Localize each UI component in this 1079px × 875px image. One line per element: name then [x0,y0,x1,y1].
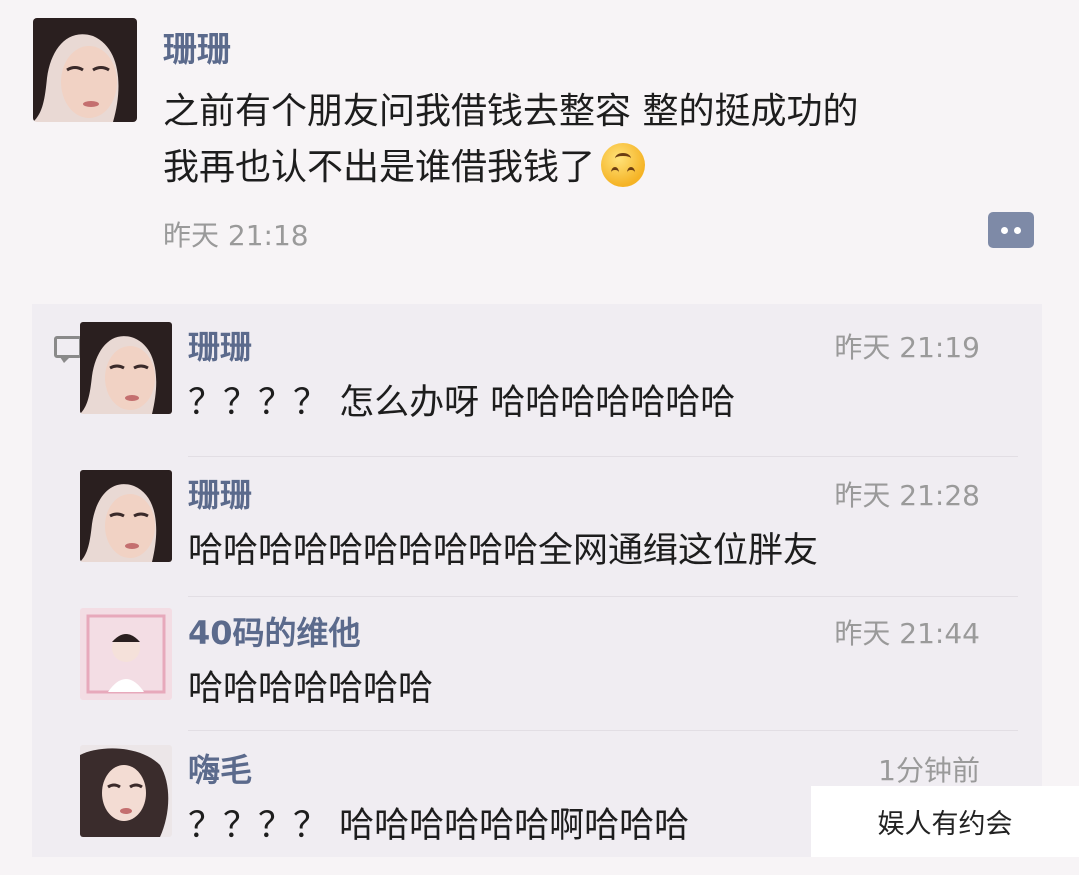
commenter-name[interactable]: 40码的维他 [188,608,361,654]
comment-text: ？？？？ 哈哈哈哈哈哈啊哈哈哈 [188,806,690,846]
commenter-name[interactable]: 珊珊 [188,322,252,368]
post-author-avatar[interactable] [33,18,137,122]
comment-timestamp: 昨天 21:19 [834,331,980,364]
comment-item[interactable]: 40码的维他 昨天 21:44 哈哈哈哈哈哈哈 [80,608,980,738]
watermark: 娱人有约会 [811,786,1079,857]
comment-icon [54,336,82,363]
commenter-avatar[interactable] [80,322,172,414]
commenter-name[interactable]: 嗨毛 [188,745,252,791]
commenter-name[interactable]: 珊珊 [188,470,252,516]
comment-timestamp: 1分钟前 [878,754,980,787]
post-text-line-1: 之前有个朋友问我借钱去整容 整的挺成功的 [163,91,859,132]
commenter-avatar[interactable] [80,745,172,837]
upside-down-face-icon [601,143,646,187]
post-text-line-2: 我再也认不出是谁借我钱了 [163,140,1043,196]
comment-item[interactable]: 珊珊 昨天 21:28 哈哈哈哈哈哈哈哈哈哈全网通缉这位胖友 [80,470,980,600]
comment-timestamp: 昨天 21:44 [834,617,980,650]
comment-text: ？？？？ 怎么办呀 哈哈哈哈哈哈哈 [188,383,736,423]
post-author-name[interactable]: 珊珊 [163,22,231,71]
post-timestamp: 昨天 21:18 [163,219,309,252]
commenter-avatar[interactable] [80,608,172,700]
comment-divider [188,456,1018,457]
comment-divider [188,596,1018,597]
comment-text: 哈哈哈哈哈哈哈哈哈哈全网通缉这位胖友 [188,531,819,571]
comment-divider [188,730,1018,731]
more-options-button[interactable] [988,212,1034,248]
commenter-avatar[interactable] [80,470,172,562]
comment-item[interactable]: 珊珊 昨天 21:19 ？？？？ 怎么办呀 哈哈哈哈哈哈哈 [80,322,980,452]
post-text-line-2-content: 我再也认不出是谁借我钱了 [163,147,596,188]
comment-text: 哈哈哈哈哈哈哈 [188,669,434,709]
post-text: 之前有个朋友问我借钱去整容 整的挺成功的 我再也认不出是谁借我钱了 [163,84,1043,196]
comment-timestamp: 昨天 21:28 [834,479,980,512]
